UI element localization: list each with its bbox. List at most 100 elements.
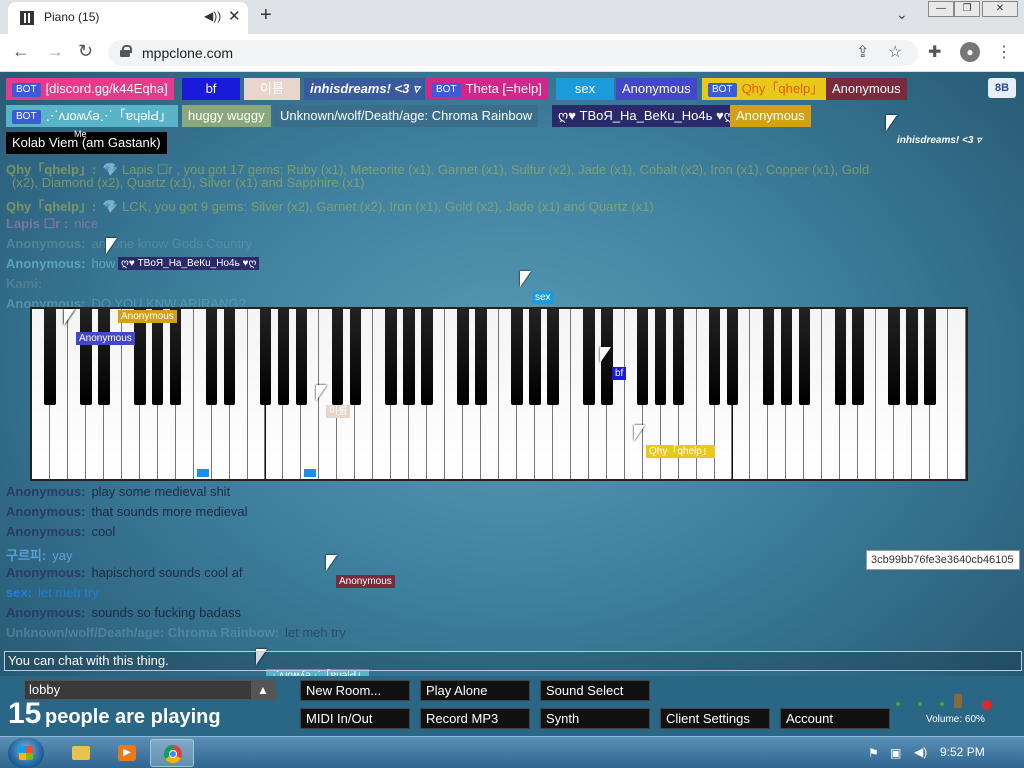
user-name: Unknown/wolf/Death/age: Chroma Rainbow	[280, 108, 533, 123]
user-pill[interactable]: 이름	[244, 78, 300, 100]
chat-author: Unknown/wolf/Death/age: Chroma Rainbow:	[6, 625, 280, 640]
piano-black-key[interactable]	[888, 309, 900, 405]
client-settings-button[interactable]: Client Settings	[660, 708, 770, 729]
close-window-button[interactable]: ✕	[982, 1, 1018, 17]
user-name: [discord.gg/k44Eqha]	[45, 81, 168, 96]
account-button[interactable]: Account	[780, 708, 890, 729]
extensions-icon[interactable]: ✚	[928, 42, 941, 62]
media-player-taskbar-icon[interactable]: ▶	[104, 739, 148, 767]
piano-black-key[interactable]	[798, 309, 811, 405]
address-bar[interactable]: mppclone.com	[108, 40, 918, 66]
piano-black-key[interactable]	[80, 309, 92, 405]
explorer-taskbar-icon[interactable]	[58, 739, 102, 767]
user-pill[interactable]: BOT ⋰ʌɹoʍʎǝ⋰「ɐɥǝlԀ」	[6, 105, 178, 127]
chat-text: cool	[91, 524, 116, 539]
piano-black-key[interactable]	[511, 309, 523, 405]
user-pill[interactable]: inhisdreams! <3 ▿	[304, 78, 426, 100]
piano-black-key[interactable]	[672, 309, 685, 405]
piano-black-key[interactable]	[529, 309, 541, 405]
piano-black-key[interactable]	[636, 309, 649, 405]
chrome-taskbar-icon[interactable]	[150, 739, 194, 767]
piano-keyboard[interactable]	[30, 307, 968, 481]
back-arrow-icon[interactable]: ←	[12, 41, 30, 62]
piano-black-key[interactable]	[295, 309, 308, 405]
corner-button[interactable]: 8B	[988, 78, 1016, 98]
forward-arrow-icon[interactable]: →	[46, 41, 64, 62]
piano-black-key[interactable]	[403, 309, 415, 405]
new-room-button[interactable]: New Room...	[300, 680, 410, 701]
piano-black-key[interactable]	[547, 309, 559, 405]
piano-black-key[interactable]	[906, 309, 918, 405]
piano-black-key[interactable]	[708, 309, 721, 405]
menu-dots-icon[interactable]: ⋮	[996, 42, 1012, 62]
speaker-tray-icon[interactable]: ◀)	[914, 745, 927, 759]
piano-black-key[interactable]	[331, 309, 344, 405]
profile-avatar-icon[interactable]: ●	[960, 42, 980, 62]
user-pill[interactable]: Anonymous	[616, 78, 697, 100]
synth-button[interactable]: Synth	[540, 708, 650, 729]
piano-black-key[interactable]	[924, 309, 936, 405]
speaker-icon[interactable]: ◀))	[204, 9, 221, 23]
piano-black-key[interactable]	[421, 309, 433, 405]
windows-logo-icon	[19, 746, 33, 760]
midi-button[interactable]: MIDI In/Out	[300, 708, 410, 729]
user-pill[interactable]: Anonymous	[730, 105, 811, 127]
chat-author: Anonymous:	[6, 565, 86, 580]
cursor-name-tag: 이름	[326, 405, 351, 418]
piano-black-key[interactable]	[762, 309, 775, 405]
taskbar-clock[interactable]: 9:52 PM	[940, 745, 985, 759]
chevron-down-icon[interactable]: ⌄	[896, 6, 908, 23]
user-pill[interactable]: BOT Theta [=help]	[426, 78, 548, 100]
user-pill[interactable]: huggy wuggy	[182, 105, 271, 127]
chat-message: Qhy「qhelp」: 💎 LCK, you got 9 gems: Silver…	[6, 196, 654, 215]
piano-black-key[interactable]	[852, 309, 864, 405]
record-mp3-button[interactable]: Record MP3	[420, 708, 530, 729]
piano-black-key[interactable]	[151, 309, 164, 405]
user-pill[interactable]: ღ♥ ТВоЯ_На_ВеКu_Но4ь ♥ღ	[552, 105, 740, 127]
piano-black-key[interactable]	[277, 309, 290, 405]
user-name: ღ♥ ТВоЯ_На_ВеКu_Но4ь ♥ღ	[558, 108, 734, 123]
piano-black-key[interactable]	[259, 309, 272, 405]
piano-black-key[interactable]	[654, 309, 667, 405]
piano-white-key[interactable]	[948, 309, 966, 479]
chat-message: Anonymous: sounds so fucking badass	[6, 605, 241, 620]
chat-author: Anonymous:	[6, 524, 86, 539]
user-pill[interactable]: BOT [discord.gg/k44Eqha]	[6, 78, 174, 100]
chat-message: Anonymous: cool	[6, 524, 115, 539]
tab-piano[interactable]: Piano (15) ◀)) ✕	[8, 2, 248, 34]
piano-black-key[interactable]	[834, 309, 846, 405]
reload-icon[interactable]: ↻	[78, 41, 93, 62]
piano-black-key[interactable]	[457, 309, 469, 405]
minimize-button[interactable]: —	[928, 1, 954, 17]
user-pill[interactable]: Unknown/wolf/Death/age: Chroma Rainbow	[274, 105, 539, 127]
piano-black-key[interactable]	[780, 309, 793, 405]
user-pill[interactable]: Anonymous	[826, 78, 907, 100]
play-alone-button[interactable]: Play Alone	[420, 680, 530, 701]
volume-knob-icon[interactable]	[954, 694, 962, 708]
piano-black-key[interactable]	[385, 309, 397, 405]
piano-black-key[interactable]	[44, 309, 56, 405]
piano-black-key[interactable]	[223, 309, 236, 405]
piano-black-key[interactable]	[134, 309, 146, 405]
user-pill[interactable]: bf	[182, 78, 240, 100]
flag-tray-icon[interactable]: ⚑	[868, 746, 879, 760]
user-pill[interactable]: BOT Qhy「qhelp」	[702, 78, 830, 100]
chevron-up-icon[interactable]: ▲	[251, 681, 275, 699]
user-pill[interactable]: sex	[556, 78, 614, 100]
bookmark-star-icon[interactable]: ☆	[888, 42, 902, 62]
sound-select-button[interactable]: Sound Select	[540, 680, 650, 701]
piano-black-key[interactable]	[349, 309, 362, 405]
restore-button[interactable]: ❐	[954, 1, 980, 17]
piano-black-key[interactable]	[475, 309, 487, 405]
new-tab-button[interactable]: +	[260, 4, 272, 27]
piano-black-key[interactable]	[726, 309, 739, 405]
chat-input[interactable]: You can chat with this thing.	[4, 651, 1022, 671]
share-icon[interactable]: ⇪	[856, 42, 869, 62]
piano-black-key[interactable]	[583, 309, 595, 405]
piano-black-key[interactable]	[98, 309, 110, 405]
close-tab-icon[interactable]: ✕	[228, 7, 241, 25]
start-button[interactable]	[8, 738, 44, 768]
piano-black-key[interactable]	[205, 309, 218, 405]
piano-black-key[interactable]	[169, 309, 182, 405]
network-tray-icon[interactable]: ▣	[890, 746, 901, 760]
